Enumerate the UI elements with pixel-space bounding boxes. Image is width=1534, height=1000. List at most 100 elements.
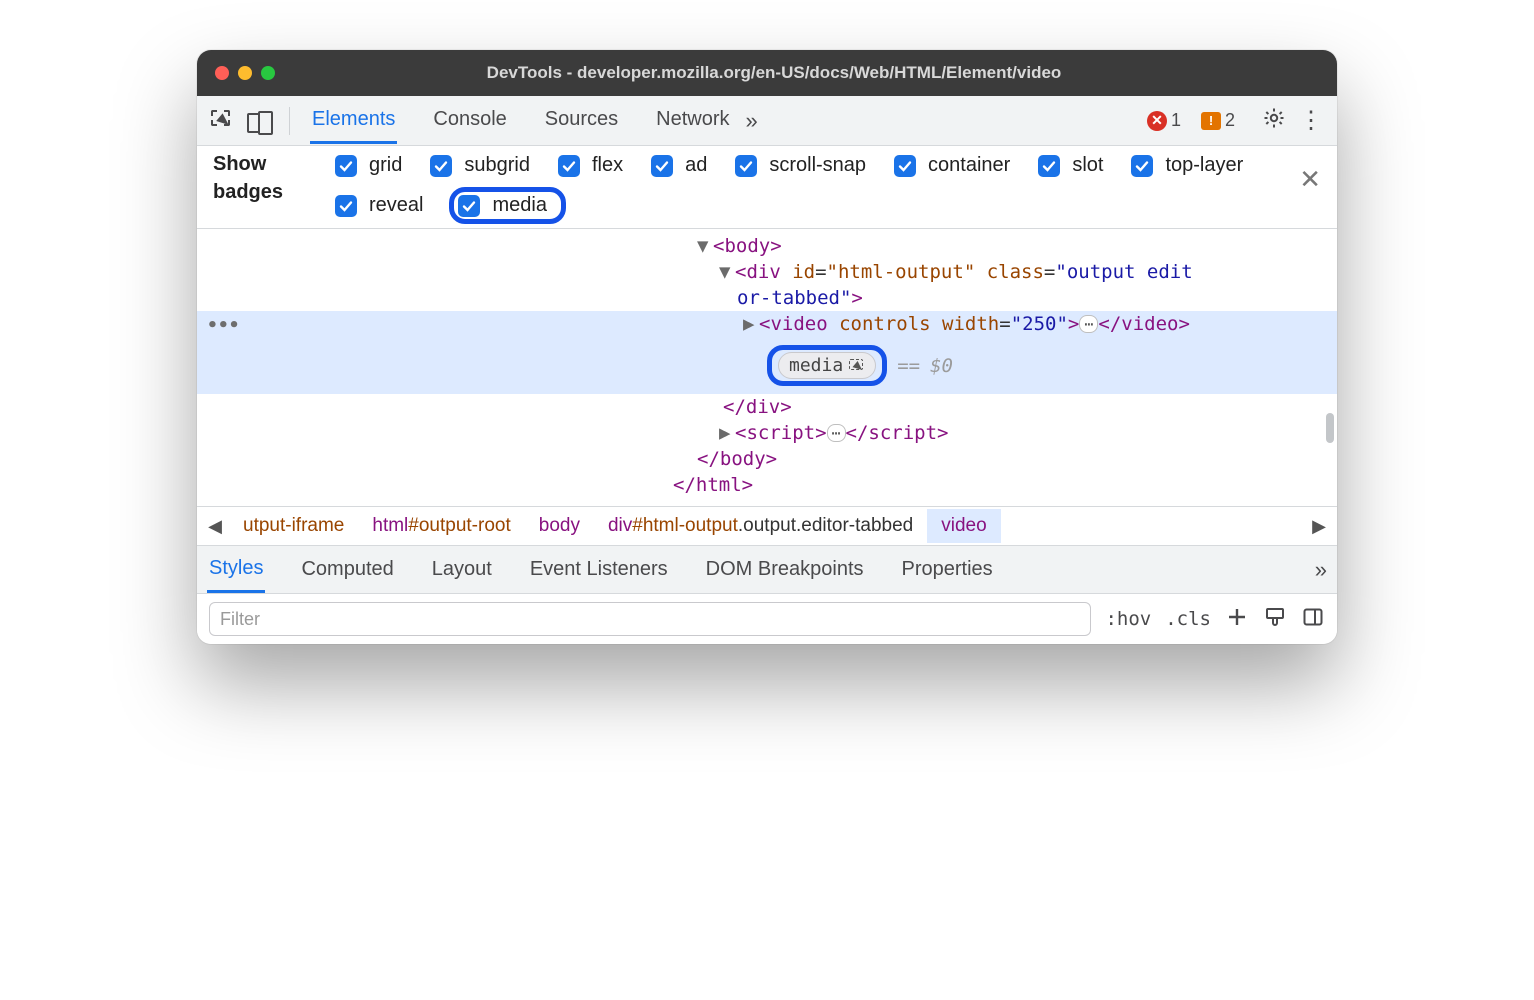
- tab-console[interactable]: Console: [431, 98, 508, 144]
- crumb-html[interactable]: html#output-root: [358, 509, 524, 543]
- zoom-window-button[interactable]: [261, 66, 275, 80]
- badges-settings-row: Show badges grid subgrid flex ad scr: [197, 146, 1337, 229]
- dom-node-script[interactable]: ▶<script>⋯</script>: [197, 420, 1337, 446]
- devtools-window: DevTools - developer.mozilla.org/en-US/d…: [197, 50, 1337, 644]
- badge-checkbox-scroll-snap[interactable]: scroll-snap: [733, 152, 874, 179]
- badge-checkbox-reveal[interactable]: reveal: [333, 192, 431, 219]
- ellipsis-expand-button[interactable]: ⋯: [827, 424, 846, 442]
- more-options-button[interactable]: ⋮: [1295, 104, 1329, 138]
- window-title: DevTools - developer.mozilla.org/en-US/d…: [285, 63, 1263, 83]
- main-toolbar: Elements Console Sources Network » ✕ 1 !…: [197, 96, 1337, 146]
- crumb-iframe[interactable]: utput-iframe: [229, 509, 358, 543]
- badge-checkbox-top-layer[interactable]: top-layer: [1129, 152, 1251, 179]
- dom-media-badge-row: media == $0: [197, 337, 1337, 394]
- media-badge-highlight: media: [767, 345, 887, 386]
- badge-checkbox-slot[interactable]: slot: [1036, 152, 1111, 179]
- crumb-video[interactable]: video: [927, 509, 1000, 543]
- hov-toggle-button[interactable]: :hov: [1105, 608, 1151, 630]
- errors-count: 1: [1171, 110, 1181, 131]
- inspect-element-button[interactable]: [205, 104, 239, 138]
- dom-node-div-open-cont[interactable]: or-tabbed">: [197, 285, 1337, 311]
- device-icon: [247, 111, 273, 131]
- panel-tabs: Elements Console Sources Network: [302, 98, 732, 144]
- styles-subtabs: Styles Computed Layout Event Listeners D…: [197, 546, 1337, 594]
- checkbox-checked-icon: [335, 195, 357, 217]
- crumb-body[interactable]: body: [525, 509, 594, 543]
- media-badge-label: media: [789, 355, 843, 376]
- subtab-layout[interactable]: Layout: [430, 548, 494, 591]
- badge-checkbox-container[interactable]: container: [892, 152, 1018, 179]
- dollar-zero-ref: $0: [930, 355, 953, 377]
- device-toolbar-button[interactable]: [243, 104, 277, 138]
- badge-checkbox-ad[interactable]: ad: [649, 152, 715, 179]
- warnings-indicator[interactable]: ! 2: [1201, 110, 1235, 131]
- styles-filter-input[interactable]: [209, 602, 1091, 636]
- scrollbar-thumb[interactable]: [1326, 413, 1334, 443]
- close-badges-button[interactable]: ✕: [1299, 164, 1321, 195]
- plus-icon: [1225, 616, 1249, 633]
- checkbox-checked-icon: [894, 155, 916, 177]
- tab-network[interactable]: Network: [654, 98, 731, 144]
- tab-elements[interactable]: Elements: [310, 98, 397, 144]
- dom-scrollbar[interactable]: [1324, 263, 1334, 506]
- ellipsis-expand-button[interactable]: ⋯: [1079, 315, 1098, 333]
- settings-button[interactable]: [1257, 104, 1291, 138]
- checkbox-checked-icon: [735, 155, 757, 177]
- media-badge-button[interactable]: media: [778, 352, 876, 379]
- panel-icon: [1301, 616, 1325, 633]
- badge-checkbox-subgrid[interactable]: subgrid: [428, 152, 538, 179]
- tab-sources[interactable]: Sources: [543, 98, 620, 144]
- badge-checkbox-flex[interactable]: flex: [556, 152, 631, 179]
- badges-list: grid subgrid flex ad scroll-snap contain…: [333, 150, 1327, 224]
- subtab-properties[interactable]: Properties: [900, 548, 995, 591]
- checkbox-checked-icon: [651, 155, 673, 177]
- dom-node-video[interactable]: ••• ▶<video controls width="250">⋯</vide…: [197, 311, 1337, 337]
- checkbox-checked-icon: [1038, 155, 1060, 177]
- checkbox-checked-icon: [458, 195, 480, 217]
- more-tabs-button[interactable]: »: [736, 108, 768, 134]
- dom-node-body-open[interactable]: ▼<body>: [197, 233, 1337, 259]
- toggle-sidebar-button[interactable]: [1301, 605, 1325, 634]
- subtab-computed[interactable]: Computed: [299, 548, 395, 591]
- checkbox-checked-icon: [335, 155, 357, 177]
- toolbar-separator: [289, 107, 290, 135]
- titlebar: DevTools - developer.mozilla.org/en-US/d…: [197, 50, 1337, 96]
- dom-node-div-open[interactable]: ▼<div id="html-output" class="output edi…: [197, 259, 1337, 285]
- dom-node-html-close[interactable]: </html>: [197, 472, 1337, 498]
- styles-filter-bar: :hov .cls: [197, 594, 1337, 644]
- dom-node-body-close[interactable]: </body>: [197, 446, 1337, 472]
- crumb-scroll-left[interactable]: ◀: [201, 516, 229, 537]
- new-style-rule-button[interactable]: [1225, 605, 1249, 634]
- more-subtabs-button[interactable]: »: [1315, 557, 1327, 583]
- checkbox-checked-icon: [1131, 155, 1153, 177]
- checkbox-checked-icon: [430, 155, 452, 177]
- crumb-div[interactable]: div#html-output.output.editor-tabbed: [594, 509, 927, 543]
- inspect-icon: [211, 110, 233, 132]
- kebab-icon: ⋮: [1299, 106, 1325, 135]
- gutter-selected-icon: •••: [207, 315, 240, 336]
- equals-indicator: ==: [897, 355, 920, 377]
- crumb-scroll-right[interactable]: ▶: [1305, 516, 1333, 537]
- dom-node-div-close[interactable]: </div>: [197, 394, 1337, 420]
- error-icon: ✕: [1147, 111, 1167, 131]
- minimize-window-button[interactable]: [238, 66, 252, 80]
- inspect-icon: [849, 359, 865, 373]
- subtab-dom-breakpoints[interactable]: DOM Breakpoints: [704, 548, 866, 591]
- errors-indicator[interactable]: ✕ 1: [1147, 110, 1181, 131]
- window-controls: [215, 66, 275, 80]
- warnings-count: 2: [1225, 110, 1235, 131]
- checkbox-checked-icon: [558, 155, 580, 177]
- elements-breadcrumbs: ◀ utput-iframe html#output-root body div…: [197, 506, 1337, 546]
- badge-checkbox-grid[interactable]: grid: [333, 152, 410, 179]
- close-window-button[interactable]: [215, 66, 229, 80]
- brush-icon: [1263, 616, 1287, 633]
- computed-styles-sidebar-button[interactable]: [1263, 605, 1287, 634]
- subtab-styles[interactable]: Styles: [207, 547, 265, 593]
- cls-toggle-button[interactable]: .cls: [1165, 608, 1211, 630]
- subtab-event-listeners[interactable]: Event Listeners: [528, 548, 670, 591]
- badge-checkbox-media[interactable]: media: [449, 187, 565, 224]
- warning-icon: !: [1201, 112, 1221, 130]
- badges-label: Show badges: [213, 150, 333, 206]
- gear-icon: [1262, 106, 1286, 135]
- dom-tree[interactable]: ▼<body> ▼<div id="html-output" class="ou…: [197, 229, 1337, 506]
